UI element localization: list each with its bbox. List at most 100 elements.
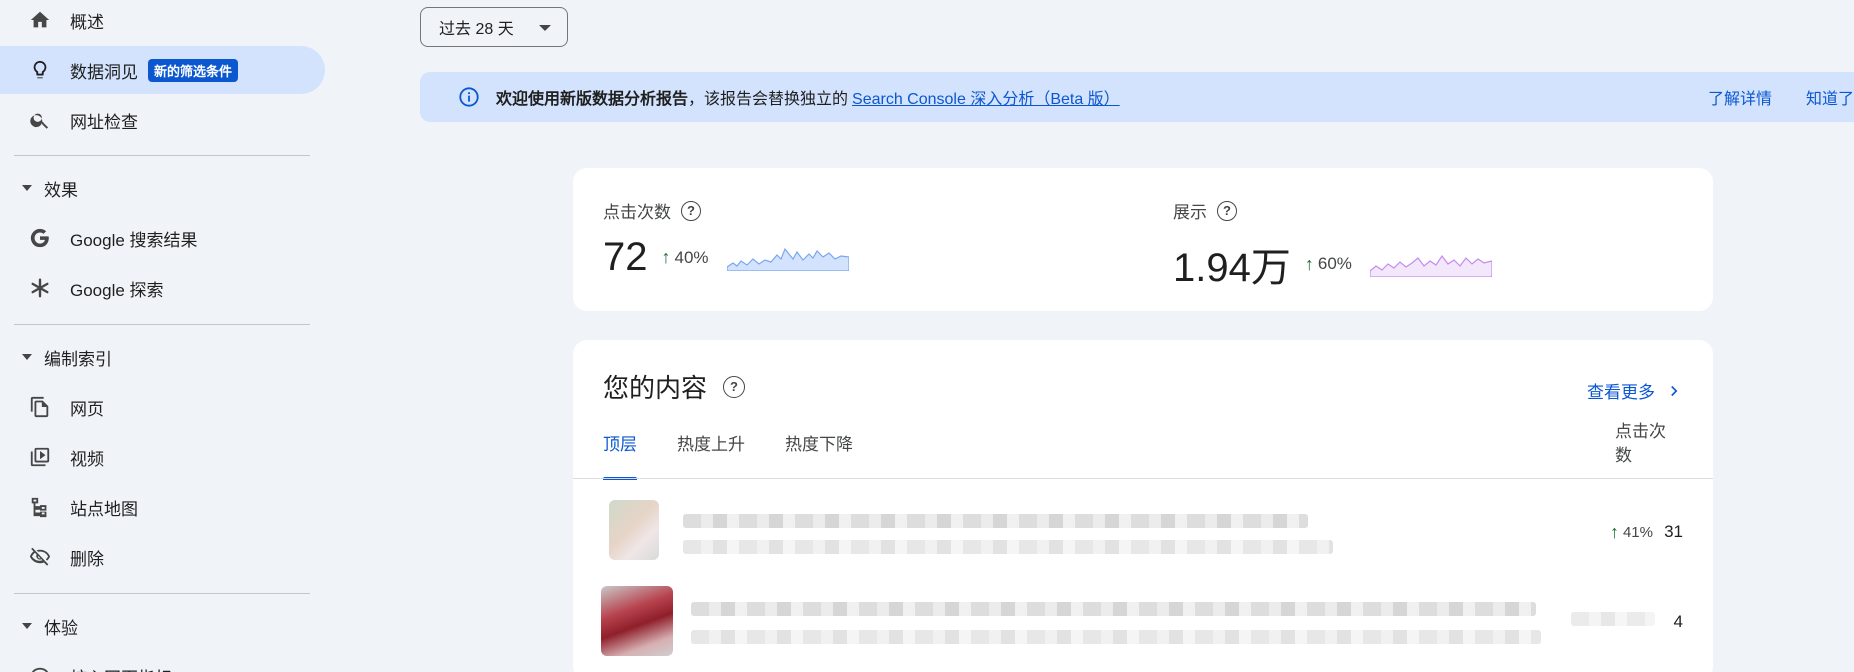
section-experience[interactable]: 体验 bbox=[0, 606, 78, 646]
dismiss-button[interactable]: 知道了 bbox=[1806, 85, 1854, 109]
sidebar-item-pages[interactable]: 网页 bbox=[0, 383, 325, 431]
row-change-blurred bbox=[1571, 612, 1655, 626]
video-icon bbox=[28, 445, 52, 469]
caret-down-icon bbox=[22, 623, 32, 629]
clicks-value-row: 72 ↑ 40% bbox=[603, 235, 849, 280]
info-icon bbox=[459, 87, 479, 107]
sidebar-item-label: 概述 bbox=[70, 12, 104, 32]
search-icon bbox=[28, 108, 52, 132]
tab-trending-down[interactable]: 热度下降 bbox=[785, 430, 853, 480]
arrow-up-icon: ↑ bbox=[1609, 522, 1619, 542]
section-label: 编制索引 bbox=[44, 349, 112, 369]
row-clicks-value: 31 bbox=[1664, 522, 1683, 541]
content-url-blurred bbox=[691, 630, 1541, 644]
sidebar-item-insights[interactable]: 数据洞见 新的筛选条件 bbox=[0, 46, 325, 94]
content-title-blurred bbox=[691, 602, 1536, 616]
content-title-blurred bbox=[683, 514, 1308, 528]
sidebar-item-label: 网页 bbox=[70, 399, 104, 419]
sidebar-item-label: 站点地图 bbox=[70, 499, 138, 519]
table-row[interactable]: 4 bbox=[573, 578, 1713, 668]
clicks-change: ↑ 40% bbox=[662, 247, 709, 268]
clicks-sparkline bbox=[726, 247, 849, 271]
visibility-off-icon bbox=[28, 545, 52, 569]
sidebar-item-label: Google 搜索结果 bbox=[70, 230, 198, 250]
sidebar-item-label: Google 探索 bbox=[70, 280, 164, 300]
banner-bold-text: 欢迎使用新版数据分析报告 bbox=[496, 91, 689, 108]
arrow-up-icon: ↑ bbox=[661, 247, 671, 267]
google-g-icon bbox=[28, 226, 52, 250]
tab-top[interactable]: 顶层 bbox=[603, 430, 637, 480]
row-change-value: 41% bbox=[1622, 524, 1653, 541]
help-icon[interactable]: ? bbox=[723, 375, 746, 398]
date-range-label: 过去 28 天 bbox=[439, 21, 514, 38]
welcome-banner: 欢迎使用新版数据分析报告 ，该报告会替换独立的 Search Console 深… bbox=[420, 72, 1854, 122]
metrics-card: 点击次数 ? 72 ↑ 40% 展示 ? 1.94万 ↑ 60% bbox=[573, 168, 1713, 311]
sidebar-item-label: 核心网页指标 bbox=[70, 664, 172, 672]
sidebar-item-google-discover[interactable]: Google 探索 bbox=[0, 264, 325, 312]
search-console-insights-link[interactable]: Search Console 深入分析（Beta 版） bbox=[852, 85, 1120, 109]
date-range-select[interactable]: 过去 28 天 bbox=[420, 7, 568, 47]
content-thumbnail bbox=[609, 500, 659, 560]
see-more-text: 查看更多 bbox=[1587, 383, 1655, 402]
sidebar-item-label: 删除 bbox=[70, 549, 104, 569]
impressions-value: 1.94万 bbox=[1173, 246, 1291, 290]
row-change: ↑ 41% bbox=[1610, 522, 1653, 543]
sidebar: 概述 数据洞见 新的筛选条件 网址检查 效果 Google 搜索结果 Googl… bbox=[0, 0, 330, 672]
sidebar-item-overview[interactable]: 概述 bbox=[0, 0, 325, 44]
banner-text: ，该报告会替换独立的 bbox=[688, 91, 849, 108]
metric-label-text: 展示 bbox=[1173, 203, 1207, 222]
row-clicks-value: 4 bbox=[1673, 612, 1683, 631]
divider bbox=[14, 155, 310, 156]
content-title-text: 您的内容 bbox=[603, 373, 708, 403]
section-label: 体验 bbox=[44, 618, 78, 638]
pages-icon bbox=[28, 395, 52, 419]
content-thumbnail bbox=[601, 586, 673, 656]
help-icon[interactable]: ? bbox=[681, 200, 701, 221]
clicks-value: 72 bbox=[603, 235, 648, 279]
help-icon[interactable]: ? bbox=[1217, 200, 1237, 221]
divider bbox=[14, 324, 310, 325]
learn-more-button[interactable]: 了解详情 bbox=[1708, 85, 1772, 109]
home-icon bbox=[28, 8, 52, 32]
sidebar-item-removals[interactable]: 删除 bbox=[0, 533, 325, 581]
sidebar-item-label: 视频 bbox=[70, 449, 104, 469]
dropdown-arrow-icon bbox=[539, 25, 551, 31]
speed-icon bbox=[28, 664, 52, 672]
metric-label-text: 点击次数 bbox=[603, 203, 671, 222]
sidebar-item-label: 网址检查 bbox=[70, 112, 138, 132]
impressions-value-row: 1.94万 ↑ 60% bbox=[1173, 235, 1492, 293]
impressions-metric: 展示 ? 1.94万 ↑ 60% bbox=[1173, 198, 1492, 293]
sidebar-item-core-web-vitals[interactable]: 核心网页指标 bbox=[0, 652, 325, 672]
new-filters-badge: 新的筛选条件 bbox=[148, 58, 239, 82]
impressions-sparkline bbox=[1369, 254, 1492, 277]
clicks-column-header[interactable]: 点击次数 bbox=[1615, 420, 1673, 468]
asterisk-icon bbox=[28, 276, 52, 300]
your-content-card: 您的内容 ? 查看更多 顶层 热度上升 热度下降 点击次数 ↑ 41% 31 4 bbox=[573, 340, 1713, 672]
clicks-metric: 点击次数 ? 72 ↑ 40% bbox=[603, 198, 849, 280]
sidebar-item-sitemaps[interactable]: 站点地图 bbox=[0, 483, 325, 531]
caret-down-icon bbox=[22, 354, 32, 360]
see-more-link[interactable]: 查看更多 bbox=[1587, 378, 1683, 403]
impressions-label: 展示 ? bbox=[1173, 198, 1492, 223]
section-indexing[interactable]: 编制索引 bbox=[0, 337, 112, 377]
chevron-right-icon bbox=[1671, 385, 1678, 396]
divider bbox=[14, 593, 310, 594]
caret-down-icon bbox=[22, 185, 32, 191]
sitemap-icon bbox=[28, 495, 52, 519]
section-label: 效果 bbox=[44, 180, 78, 200]
sidebar-item-videos[interactable]: 视频 bbox=[0, 433, 325, 481]
divider bbox=[573, 478, 1713, 479]
content-title: 您的内容 ? bbox=[603, 368, 746, 405]
sidebar-item-label: 数据洞见 bbox=[70, 62, 138, 82]
impressions-change: ↑ 60% bbox=[1305, 254, 1352, 275]
content-tabs: 顶层 热度上升 热度下降 bbox=[603, 430, 893, 480]
section-performance[interactable]: 效果 bbox=[0, 168, 78, 208]
content-url-blurred bbox=[683, 540, 1333, 554]
table-row[interactable]: ↑ 41% 31 bbox=[573, 488, 1713, 578]
arrow-up-icon: ↑ bbox=[1304, 253, 1314, 274]
lightbulb-icon bbox=[28, 58, 52, 82]
tab-trending-up[interactable]: 热度上升 bbox=[677, 430, 745, 480]
sidebar-item-url-inspection[interactable]: 网址检查 bbox=[0, 96, 325, 144]
sidebar-item-google-search[interactable]: Google 搜索结果 bbox=[0, 214, 325, 262]
clicks-change-value: 40% bbox=[674, 247, 709, 267]
